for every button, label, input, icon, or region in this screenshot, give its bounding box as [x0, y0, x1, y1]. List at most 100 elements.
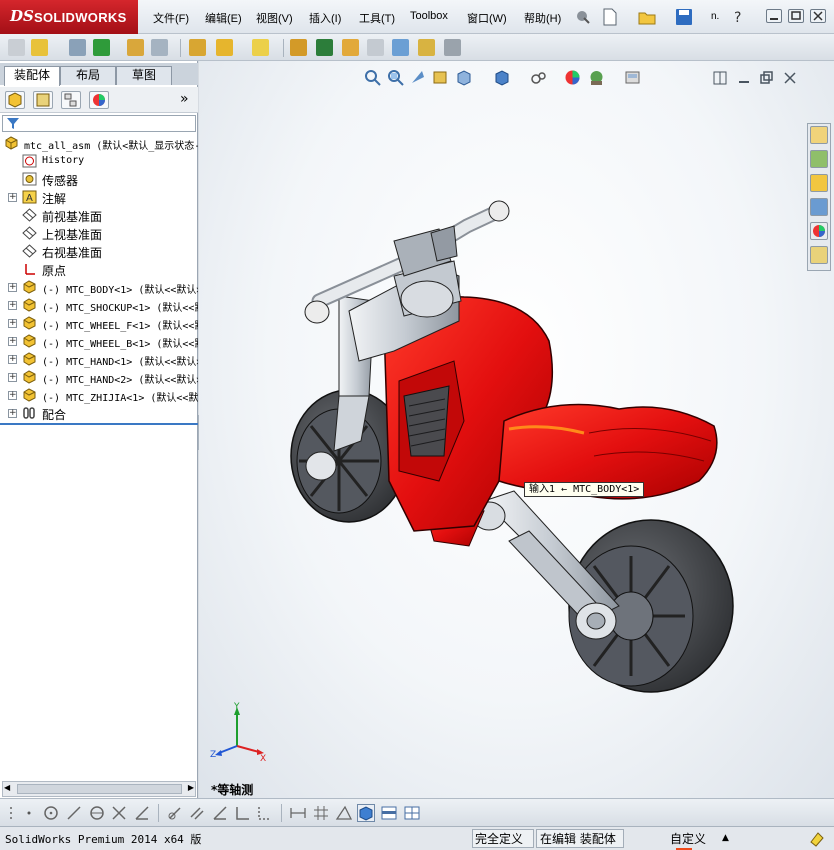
graphics-area[interactable]: 输入1 ← MTC_BODY<1> Y X Z *等轴测 [199, 61, 834, 798]
line-icon[interactable] [65, 804, 83, 822]
intersection-icon[interactable] [110, 804, 128, 822]
view-palette-icon[interactable] [810, 198, 828, 216]
menu-file[interactable]: 文件(F) [153, 10, 189, 26]
menu-toolbox[interactable]: Toolbox [410, 10, 448, 22]
reference-geometry-icon[interactable] [252, 39, 269, 56]
tree-item[interactable]: + (-) MTC_ZHIJIA<1> (默认<<默认>_显示状态 1>) [0, 386, 198, 404]
minimize-window-button[interactable] [766, 9, 782, 23]
restore-window-button[interactable] [788, 9, 804, 23]
paperclip-icon[interactable] [69, 39, 86, 56]
scroll-right-arrow-icon[interactable]: ▶ [188, 783, 194, 792]
table-view-icon[interactable] [403, 804, 421, 822]
tree-item[interactable]: 上视基准面 [0, 224, 198, 242]
property-manager-tab-icon[interactable] [33, 91, 53, 109]
pin-icon[interactable] [574, 8, 592, 26]
move-component-icon[interactable] [151, 39, 168, 56]
menu-help[interactable]: 帮助(H) [524, 10, 561, 26]
expand-toggle-icon[interactable]: + [8, 391, 17, 400]
tree-item[interactable]: 传感器 [0, 170, 198, 188]
scrollbar-thumb[interactable] [17, 784, 182, 794]
menu-view[interactable]: 视图(V) [256, 10, 293, 26]
solidworks-logo[interactable]: DS SOLIDWORKS [0, 0, 138, 34]
unit-system-arrow-icon[interactable]: ▲ [722, 833, 729, 843]
scroll-left-arrow-icon[interactable]: ◀ [4, 783, 10, 792]
menu-insert[interactable]: 插入(I) [309, 10, 341, 26]
grid-icon[interactable] [312, 804, 330, 822]
circle-icon[interactable] [42, 804, 60, 822]
show-hidden-icon[interactable] [189, 39, 206, 56]
expand-toggle-icon[interactable]: + [8, 355, 17, 364]
new-document-icon[interactable] [601, 8, 619, 26]
insert-components-icon[interactable] [8, 39, 25, 56]
panel-overflow-button[interactable]: » [180, 91, 189, 107]
perpendicular-icon[interactable] [166, 804, 184, 822]
save-icon[interactable] [675, 8, 693, 26]
tree-item[interactable]: + 配合 [0, 404, 198, 422]
custom-properties-icon[interactable] [810, 246, 828, 264]
menu-tools[interactable]: 工具(T) [359, 10, 395, 26]
explode-line-sketch-icon[interactable] [367, 39, 384, 56]
tree-item[interactable]: + (-) MTC_WHEEL_B<1> (默认<<默认>_显示状态 1>) [0, 332, 198, 350]
dimension-icon[interactable] [289, 804, 307, 822]
tree-item[interactable]: + (-) MTC_BODY<1> (默认<<默认>_显示状态 1>) [0, 278, 198, 296]
display-manager-tab-icon[interactable] [89, 91, 109, 109]
expand-toggle-icon[interactable]: + [8, 373, 17, 382]
appearances-scenes-icon[interactable] [810, 222, 828, 240]
sketch-angle-icon[interactable] [335, 804, 353, 822]
expand-toggle-icon[interactable]: + [8, 409, 17, 418]
tree-root-assembly[interactable]: mtc_all_asm (默认<默认_显示状态-1>) [0, 134, 198, 152]
open-file-icon[interactable] [638, 8, 656, 26]
instant3d-icon[interactable] [444, 39, 461, 56]
tree-item[interactable]: 原点 [0, 260, 198, 278]
angle-icon[interactable] [211, 804, 229, 822]
dashed-corner-icon[interactable] [256, 804, 274, 822]
assembly-features-icon[interactable] [216, 39, 233, 56]
menu-edit[interactable]: 编辑(E) [205, 10, 242, 26]
tab-layout[interactable]: 布局 [60, 66, 116, 85]
tree-item[interactable]: + (-) MTC_WHEEL_F<1> (默认<<默认>_显示状态 1>) [0, 314, 198, 332]
solidworks-resources-icon[interactable] [810, 126, 828, 144]
unit-system-button[interactable]: 自定义 [670, 830, 706, 847]
file-explorer-icon[interactable] [810, 174, 828, 192]
configuration-manager-tab-icon[interactable] [61, 91, 81, 109]
tree-filter-input[interactable] [2, 115, 196, 132]
tangent-icon[interactable] [133, 804, 151, 822]
tree-item[interactable]: + (-) MTC_SHOCKUP<1> (默认<<默认>_显示状态 1>) [0, 296, 198, 314]
tree-item[interactable]: History [0, 152, 198, 170]
close-window-button[interactable] [810, 9, 826, 23]
midpoint-icon[interactable] [88, 804, 106, 822]
mate-icon[interactable] [31, 39, 48, 56]
exploded-view-icon[interactable] [342, 39, 359, 56]
tab-sketch[interactable]: 草图 [116, 66, 172, 85]
design-library-icon[interactable] [810, 150, 828, 168]
menu-window[interactable]: 窗口(W) [467, 10, 507, 26]
help-icon[interactable]: ? [730, 8, 748, 26]
tab-assembly[interactable]: 装配体 [4, 66, 60, 86]
linear-pattern-icon[interactable] [93, 39, 110, 56]
front-view-icon[interactable] [380, 804, 398, 822]
motorcycle-model[interactable] [199, 61, 834, 798]
parallel-icon[interactable] [188, 804, 206, 822]
expand-toggle-icon[interactable]: + [8, 319, 17, 328]
isometric-cube-icon[interactable] [357, 804, 375, 822]
tree-horizontal-scrollbar[interactable]: ◀ ▶ [2, 781, 196, 797]
bill-of-materials-icon[interactable] [316, 39, 333, 56]
interference-detection-icon[interactable] [392, 39, 409, 56]
tree-item[interactable]: 前视基准面 [0, 206, 198, 224]
new-motion-study-icon[interactable] [290, 39, 307, 56]
rebuild-status-icon[interactable] [808, 830, 826, 850]
corner-icon[interactable] [234, 804, 252, 822]
tree-item[interactable]: 右视基准面 [0, 242, 198, 260]
point-icon[interactable] [20, 804, 38, 822]
feature-tree-tab-icon[interactable] [5, 91, 25, 109]
expand-toggle-icon[interactable]: + [8, 193, 17, 202]
clearance-verification-icon[interactable] [418, 39, 435, 56]
tree-item[interactable]: + (-) MTC_HAND<1> (默认<<默认>_显示状态 1>) [0, 350, 198, 368]
expand-toggle-icon[interactable]: + [8, 283, 17, 292]
smart-fasteners-icon[interactable] [127, 39, 144, 56]
expand-toggle-icon[interactable]: + [8, 301, 17, 310]
tree-item[interactable]: + (-) MTC_HAND<2> (默认<<默认>_显示状态 1>) [0, 368, 198, 386]
options-label[interactable]: n. [711, 11, 719, 22]
tree-item[interactable]: + A 注解 [0, 188, 198, 206]
expand-toggle-icon[interactable]: + [8, 337, 17, 346]
